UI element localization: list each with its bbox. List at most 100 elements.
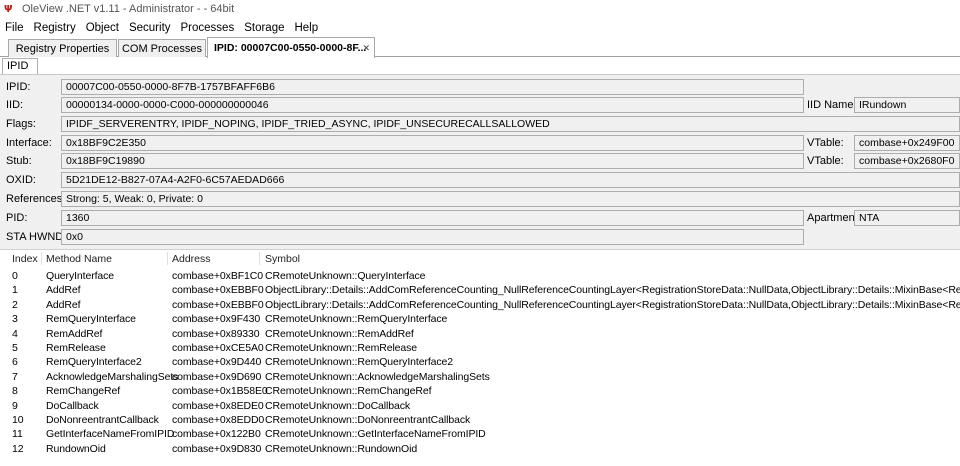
row-index: 8 [12,385,18,398]
table-row[interactable]: 0 QueryInterface combase+0xBF1C0 CRemoteUnk… [0,270,960,284]
table-row[interactable]: 12 RundownOid combase+0x9D830 CRemoteUnknow… [0,443,960,457]
flags-field[interactable]: IPIDF_SERVERENTRY, IPIDF_NOPING, IPIDF_T… [61,116,960,132]
row-index: 0 [12,270,18,282]
row-symbol: CRemoteUnknown::DoCallback [265,399,411,412]
row-address: combase+0x89330 [172,327,260,340]
row-index: 6 [12,356,18,369]
stub-vtable-label: VTable: [807,155,844,167]
flags-label: Flags: [6,118,36,130]
interface-field[interactable]: 0x18BF9C2E350 [61,135,804,151]
column-header-symbol[interactable]: Symbol [265,253,300,265]
tab-com-processes[interactable]: COM Processes [118,39,206,57]
interface-vtable-field[interactable]: combase+0x249F00 [854,135,960,151]
row-method-name: RemQueryInterface2 [46,356,142,369]
row-method-name: RundownOid [46,442,106,455]
iid-name-label: IID Name: [807,99,857,111]
app-logo-icon: Ψ [4,3,13,15]
ipid-field[interactable]: 00007C00-0550-0000-8F7B-1757BFAFF6B6 [61,79,804,95]
table-row[interactable]: 3 RemQueryInterface combase+0x9F430 CRemote… [0,313,960,327]
row-index: 7 [12,370,18,383]
row-symbol: CRemoteUnknown::RemChangeRef [265,385,432,398]
stub-label: Stub: [6,155,32,167]
ipid-label: IPID: [6,81,31,93]
iid-field[interactable]: 00000134-0000-0000-C000-000000000046 [61,97,804,113]
close-icon[interactable]: ✕ [362,43,370,54]
row-address: combase+0xCE5A0 [172,342,264,354]
menu-bar: File Registry Object Security Processes … [0,19,323,36]
iid-label: IID: [6,99,24,111]
menu-storage[interactable]: Storage [239,22,289,34]
row-index: 10 [12,414,24,426]
methods-listview[interactable]: Index Method Name Address Symbol 0 QueryI… [0,249,960,466]
table-row[interactable]: 5 RemRelease combase+0xCE5A0 CRemoteUnknown… [0,342,960,356]
table-row[interactable]: 6 RemQueryInterface2 combase+0x9D440 CRemot… [0,356,960,370]
apartment-field[interactable]: NTA [854,210,960,226]
menu-object[interactable]: Object [81,22,124,34]
row-symbol: CRemoteUnknown::GetInterfaceNameFromIPID [265,428,486,441]
row-symbol: ObjectLibrary::Details::AddComReferenceC… [265,284,960,297]
pid-field[interactable]: 1360 [61,210,804,226]
column-divider[interactable] [41,252,42,265]
menu-processes[interactable]: Processes [176,22,240,34]
row-index: 4 [12,327,18,340]
menu-help[interactable]: Help [289,22,323,34]
row-method-name: AddRef [46,284,81,297]
column-header-index[interactable]: Index [12,253,38,265]
row-index: 2 [12,298,18,311]
stub-vtable-field[interactable]: combase+0x2680F0 [854,153,960,169]
table-row[interactable]: 4 RemAddRef combase+0x89330 CRemoteUnknown:… [0,328,960,342]
column-divider[interactable] [167,252,168,265]
row-method-name: RemChangeRef [46,385,121,398]
sta-hwnd-field[interactable]: 0x0 [61,229,804,245]
row-address: combase+0xEBBF0 [172,284,264,297]
iid-name-field[interactable]: IRundown [854,97,960,113]
row-method-name: RemAddRef [46,327,103,340]
tab-registry-properties[interactable]: Registry Properties [8,39,117,57]
stub-field[interactable]: 0x18BF9C19890 [61,153,804,169]
menu-file[interactable]: File [0,22,29,34]
row-address: combase+0x9F430 [172,313,261,326]
vtable-label: VTable: [807,137,844,149]
column-divider[interactable] [259,252,260,265]
row-symbol: CRemoteUnknown::RundownOid [265,442,418,455]
table-row[interactable]: 11 GetInterfaceNameFromIPID combase+0x122B… [0,428,960,442]
row-symbol: ObjectLibrary::Details::AddComReferenceC… [265,298,960,311]
row-symbol: CRemoteUnknown::QueryInterface [265,270,426,282]
row-symbol: CRemoteUnknown::RemQueryInterface [265,313,448,326]
row-symbol: CRemoteUnknown::DoNonreentrantCallback [265,414,471,426]
table-row[interactable]: 7 AcknowledgeMarshalingSets combase+0x9D69… [0,371,960,385]
row-symbol: CRemoteUnknown::RemAddRef [265,327,414,340]
tab-ipid-label: IPID: 00007C00-0550-0000-8F... [214,42,367,54]
menu-security[interactable]: Security [124,22,176,34]
subtab-ipid[interactable]: IPID [2,58,38,74]
row-symbol: CRemoteUnknown::RemQueryInterface2 [265,356,454,369]
table-row[interactable]: 8 RemChangeRef combase+0x1B58E0 CRemoteUnkn… [0,385,960,399]
row-address: combase+0x8EDD0 [172,414,265,426]
row-address: combase+0x9D440 [172,356,262,369]
row-address: combase+0x9D830 [172,442,262,455]
tab-ipid[interactable]: IPID: 00007C00-0550-0000-8F... ✕ [207,37,375,58]
column-header-method-name[interactable]: Method Name [46,253,112,265]
oxid-label: OXID: [6,174,36,186]
row-method-name: AddRef [46,298,81,311]
title-bar: Ψ OleView .NET v1.11 - Administrator - -… [0,0,960,18]
oxid-field[interactable]: 5D21DE12-B827-07A4-A2F0-6C57AEDAD666 [61,172,960,188]
row-index: 5 [12,342,18,354]
row-symbol: CRemoteUnknown::RemRelease [265,342,418,354]
sta-hwnd-label: STA HWND [6,231,64,243]
table-row[interactable]: 2 AddRef combase+0xEBBF0 ObjectLibrary::Det… [0,299,960,313]
references-field[interactable]: Strong: 5, Weak: 0, Private: 0 [61,191,960,207]
row-method-name: QueryInterface [46,270,115,282]
window-title: OleView .NET v1.11 - Administrator - - 6… [22,3,235,15]
document-tabstrip: Registry Properties COM Processes IPID: … [0,37,960,58]
row-symbol: CRemoteUnknown::AcknowledgeMarshalingSet… [265,370,490,383]
table-row[interactable]: 9 DoCallback combase+0x8EDE0 CRemoteUnknown… [0,400,960,414]
column-header-address[interactable]: Address [172,253,211,265]
row-method-name: DoCallback [46,399,99,412]
menu-registry[interactable]: Registry [29,22,81,34]
row-index: 3 [12,313,18,326]
table-row[interactable]: 1 AddRef combase+0xEBBF0 ObjectLibrary::Det… [0,284,960,298]
row-address: combase+0x1B58E0 [172,385,268,398]
table-row[interactable]: 10 DoNonreentrantCallback combase+0x8EDD0 C… [0,414,960,428]
row-address: combase+0xEBBF0 [172,298,264,311]
